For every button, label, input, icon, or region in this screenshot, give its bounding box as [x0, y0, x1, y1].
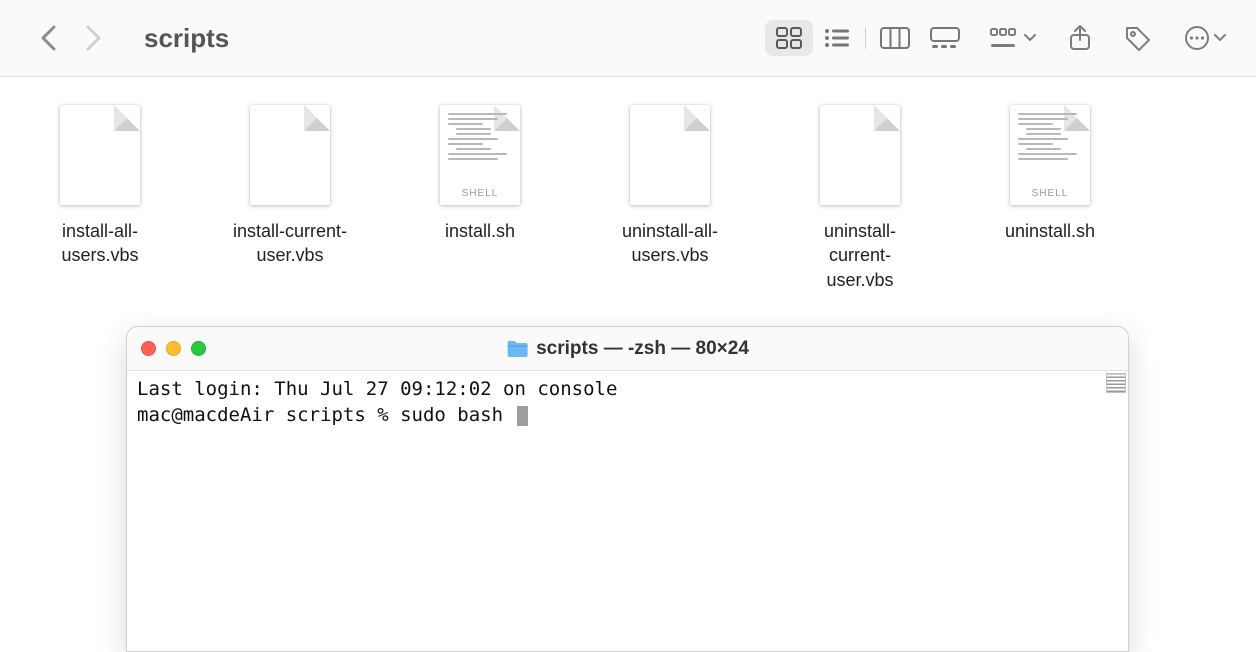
file-item[interactable]: SHELL install.sh — [420, 105, 540, 243]
terminal-window: scripts — -zsh — 80×24 Last login: Thu J… — [126, 326, 1129, 652]
file-name: uninstall-current-user.vbs — [800, 219, 920, 292]
view-gallery-button[interactable] — [920, 20, 970, 56]
terminal-command: sudo bash — [400, 404, 514, 426]
file-icon — [60, 105, 140, 205]
scroll-indicator[interactable] — [1106, 373, 1126, 393]
file-item[interactable]: install-all-users.vbs — [40, 105, 160, 268]
terminal-body[interactable]: Last login: Thu Jul 27 09:12:02 on conso… — [127, 371, 1128, 651]
close-window-button[interactable] — [141, 341, 156, 356]
file-name: install-current-user.vbs — [230, 219, 350, 268]
file-icon: SHELL — [1010, 105, 1090, 205]
more-actions-button[interactable] — [1184, 25, 1226, 51]
view-columns-button[interactable] — [870, 20, 920, 56]
folder-title: scripts — [144, 23, 229, 54]
terminal-line: Last login: Thu Jul 27 09:12:02 on conso… — [137, 378, 617, 400]
file-icon: SHELL — [440, 105, 520, 205]
file-name: uninstall-all-users.vbs — [610, 219, 730, 268]
file-item[interactable]: install-current-user.vbs — [230, 105, 350, 268]
terminal-titlebar[interactable]: scripts — -zsh — 80×24 — [127, 327, 1128, 371]
terminal-title: scripts — -zsh — 80×24 — [506, 338, 749, 360]
minimize-window-button[interactable] — [166, 341, 181, 356]
terminal-prompt: mac@macdeAir scripts % — [137, 404, 400, 426]
file-icon — [630, 105, 710, 205]
file-icon — [820, 105, 900, 205]
file-item[interactable]: uninstall-all-users.vbs — [610, 105, 730, 268]
forward-button[interactable] — [85, 25, 102, 51]
file-item[interactable]: SHELL uninstall.sh — [990, 105, 1110, 243]
back-button[interactable] — [40, 25, 57, 51]
file-item[interactable]: uninstall-current-user.vbs — [800, 105, 920, 292]
zoom-window-button[interactable] — [191, 341, 206, 356]
view-mode-group — [765, 20, 970, 56]
share-button[interactable] — [1068, 24, 1092, 52]
terminal-title-folder: scripts — [536, 338, 598, 359]
file-name: install-all-users.vbs — [40, 219, 160, 268]
group-by-button[interactable] — [990, 27, 1036, 49]
file-name: install.sh — [445, 219, 515, 243]
file-badge: SHELL — [440, 188, 520, 199]
file-badge: SHELL — [1010, 188, 1090, 199]
tags-button[interactable] — [1124, 25, 1152, 51]
terminal-title-rest: — -zsh — 80×24 — [598, 338, 748, 359]
terminal-cursor — [517, 406, 528, 426]
file-icon — [250, 105, 330, 205]
files-grid: install-all-users.vbs install-current-us… — [0, 77, 1256, 320]
folder-icon — [506, 340, 528, 358]
view-list-button[interactable] — [813, 20, 861, 56]
finder-toolbar: scripts — [0, 0, 1256, 77]
view-icons-button[interactable] — [765, 20, 813, 56]
file-name: uninstall.sh — [1005, 219, 1095, 243]
